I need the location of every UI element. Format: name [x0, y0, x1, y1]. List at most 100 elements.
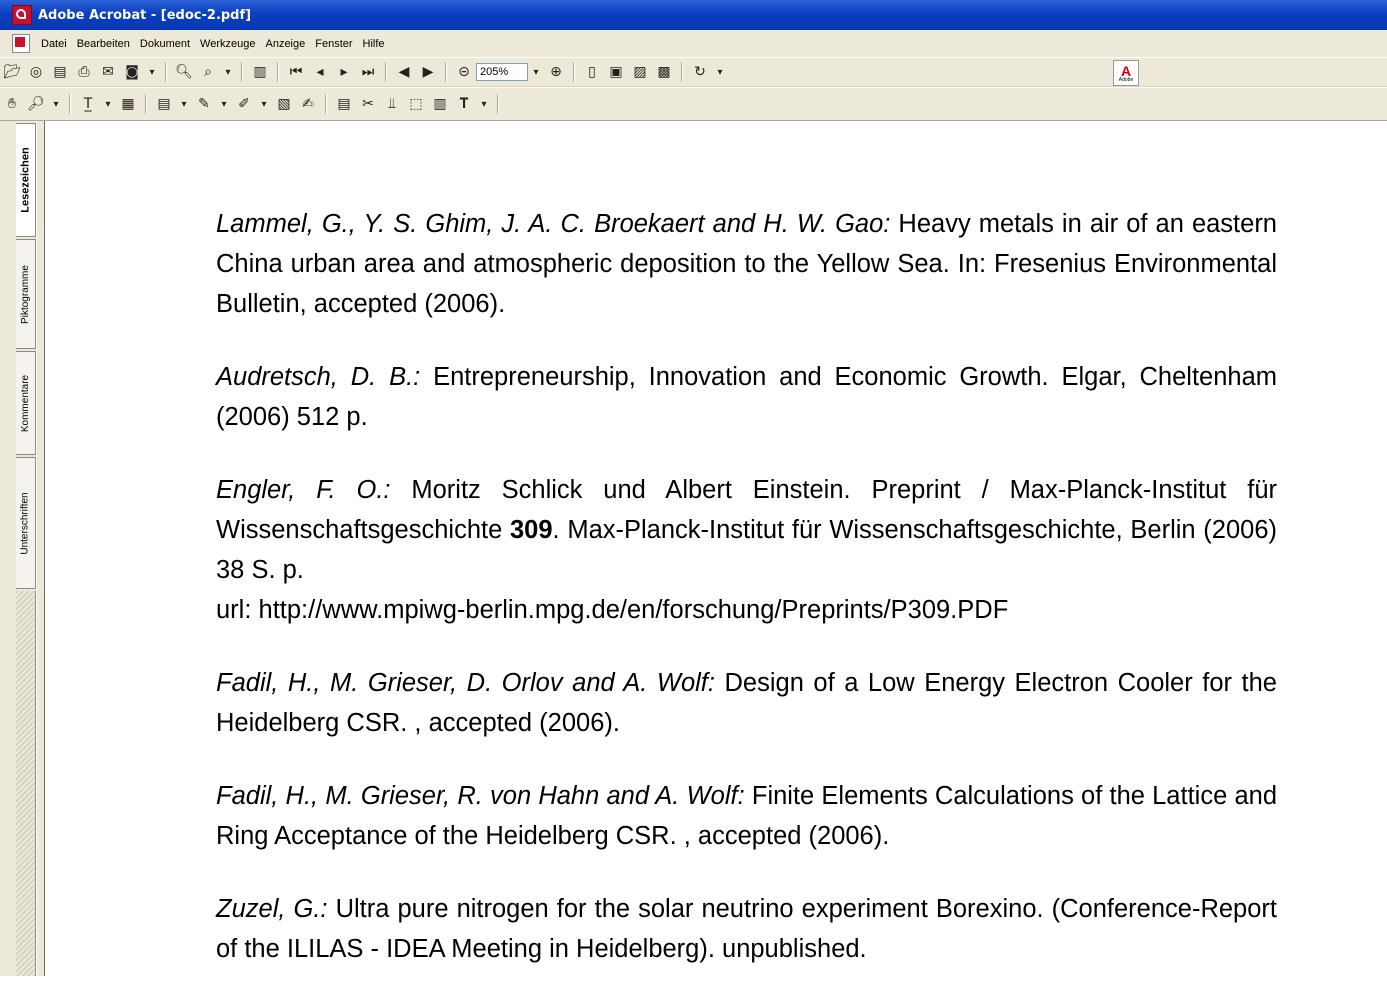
organizer-icon[interactable]: ◎ [25, 61, 47, 83]
reference-authors: Fadil, H., M. Grieser, D. Orlov and A. W… [216, 669, 715, 697]
text-select-dropdown-chevron-down-icon[interactable]: ▾ [101, 93, 115, 115]
toolbar-tools: ✋︎ 🔎︎ ▾ T̲ ▾ ▦ ▤ ▾ ✎ ▾ ✐ ▾ ▧ ✍︎ ▤ ✂︎ ⫫ ⬚… [0, 87, 1387, 121]
find-icon[interactable]: 🔍︎ [173, 61, 195, 83]
previous-view-icon[interactable]: ◀ [393, 61, 415, 83]
reference-authors: Fadil, H., M. Grieser, R. von Hahn and A… [216, 782, 745, 810]
form-tool-icon[interactable]: ▥ [429, 93, 451, 115]
toolbar-separator [573, 62, 575, 82]
menu-fenster[interactable]: Fenster [310, 38, 357, 50]
toolbar-separator [681, 62, 683, 82]
menu-werkzeuge[interactable]: Werkzeuge [195, 38, 260, 50]
navigation-pane-icon[interactable]: ▥ [249, 61, 271, 83]
document-menu-icon[interactable] [12, 34, 30, 53]
touchup-text-tool-icon[interactable]: 𝐓 [453, 93, 475, 115]
menu-hilfe[interactable]: Hilfe [358, 38, 390, 50]
menu-anzeige[interactable]: Anzeige [260, 38, 310, 50]
zoom-tool-dropdown-chevron-down-icon[interactable]: ▾ [49, 93, 63, 115]
movie-tool-icon[interactable]: ▤ [333, 93, 355, 115]
pencil-dropdown-chevron-down-icon[interactable]: ▾ [217, 93, 231, 115]
search-icon[interactable]: ⌕ [197, 61, 219, 83]
rotate-view-icon[interactable]: ↻ [689, 61, 711, 83]
tab-comments-label: Kommentare [20, 374, 31, 432]
highlight-dropdown-chevron-down-icon[interactable]: ▾ [257, 93, 271, 115]
tab-thumbnails-label: Piktogramme [20, 264, 31, 324]
tab-thumbnails[interactable]: Piktogramme [16, 239, 36, 349]
reference-item: Audretsch, D. B.: Entrepreneurship, Inno… [216, 357, 1277, 437]
reference-authors: Audretsch, D. B.: [216, 363, 421, 391]
link-tool-icon[interactable]: ✂︎ [357, 93, 379, 115]
note-dropdown-chevron-down-icon[interactable]: ▾ [177, 93, 191, 115]
open-icon[interactable]: 📂︎ [1, 61, 23, 83]
secure-dropdown-chevron-down-icon[interactable]: ▾ [145, 61, 159, 83]
reference-url[interactable]: url: http://www.mpiwg-berlin.mpg.de/en/f… [216, 590, 1277, 630]
fit-width-icon[interactable]: ▨ [629, 61, 651, 83]
next-page-icon[interactable]: ▸ [333, 61, 355, 83]
actual-size-icon[interactable]: ▯ [581, 61, 603, 83]
tab-signatures-label: Unterschriften [20, 491, 31, 555]
zoom-out-icon[interactable]: ⊝ [453, 61, 475, 83]
reference-authors: Lammel, G., Y. S. Ghim, J. A. C. Broekae… [216, 210, 891, 238]
tab-bookmarks[interactable]: Lesezeichen [16, 123, 36, 237]
save-icon[interactable]: ▤ [49, 61, 71, 83]
reference-series-number: 309 [510, 516, 553, 544]
panel-splitter[interactable] [36, 121, 45, 976]
zoom-tool-icon[interactable]: 🔎︎ [25, 93, 47, 115]
adobe-logo-text: Adobe [1118, 76, 1134, 83]
first-page-icon[interactable]: ⏮︎ [285, 61, 307, 83]
note-tool-icon[interactable]: ▤ [153, 93, 175, 115]
text-select-tool-icon[interactable]: T̲ [77, 93, 99, 115]
toolbar-separator [277, 62, 279, 82]
reference-item: Lammel, G., Y. S. Ghim, J. A. C. Broekae… [216, 204, 1277, 324]
tab-comments[interactable]: Kommentare [16, 351, 36, 455]
sign-tool-icon[interactable]: ✍︎ [297, 93, 319, 115]
toolbar-separator [385, 62, 387, 82]
hand-tool-icon[interactable]: ✋︎ [1, 93, 23, 115]
last-page-icon[interactable]: ⏭︎ [357, 61, 379, 83]
document-view[interactable]: Lammel, G., Y. S. Ghim, J. A. C. Broekae… [46, 121, 1387, 976]
toolbar-separator [497, 94, 499, 114]
rotate-dropdown-chevron-down-icon[interactable]: ▾ [713, 61, 727, 83]
previous-page-icon[interactable]: ◂ [309, 61, 331, 83]
touchup-dropdown-chevron-down-icon[interactable]: ▾ [477, 93, 491, 115]
tab-bookmarks-label: Lesezeichen [19, 147, 32, 213]
search-dropdown-chevron-down-icon[interactable]: ▾ [221, 61, 235, 83]
toolbar-separator [69, 94, 71, 114]
toolbar-separator [165, 62, 167, 82]
reference-authors: Zuzel, G.: [216, 895, 328, 923]
toolbar-separator [445, 62, 447, 82]
email-icon[interactable]: ✉ [97, 61, 119, 83]
reference-item: Zuzel, G.: Ultra pure nitrogen for the s… [216, 889, 1277, 969]
menu-dokument[interactable]: Dokument [135, 38, 195, 50]
print-icon[interactable]: ⎙ [73, 61, 95, 83]
menu-datei[interactable]: Datei [36, 38, 72, 50]
article-tool-icon[interactable]: ⫫ [381, 93, 403, 115]
panel-empty-area [16, 591, 36, 976]
reflow-icon[interactable]: ▩ [653, 61, 675, 83]
reference-item: Fadil, H., M. Grieser, D. Orlov and A. W… [216, 663, 1277, 743]
crop-tool-icon[interactable]: ⬚ [405, 93, 427, 115]
next-view-icon[interactable]: ▶ [417, 61, 439, 83]
toolbar-separator [325, 94, 327, 114]
tab-signatures[interactable]: Unterschriften [16, 457, 36, 589]
snapshot-tool-icon[interactable]: ▦ [117, 93, 139, 115]
zoom-in-icon[interactable]: ⊕ [545, 61, 567, 83]
adobe-logo-mark: A [1120, 62, 1132, 79]
stamp-tool-icon[interactable]: ▧ [273, 93, 295, 115]
fit-page-icon[interactable]: ▣ [605, 61, 627, 83]
zoom-input[interactable]: 205% [476, 63, 528, 81]
secure-icon[interactable]: ◙ [121, 61, 143, 83]
reference-item: Engler, F. O.: Moritz Schlick und Albert… [216, 470, 1277, 630]
pencil-tool-icon[interactable]: ✎ [193, 93, 215, 115]
zoom-dropdown-chevron-down-icon[interactable]: ▾ [529, 61, 543, 83]
reference-item: Fadil, H., M. Grieser, R. von Hahn and A… [216, 776, 1277, 856]
toolbar-separator [241, 62, 243, 82]
toolbar-file: 📂︎ ◎ ▤ ⎙ ✉ ◙ ▾ 🔍︎ ⌕ ▾ ▥ ⏮︎ ◂ ▸ ⏭︎ ◀ ▶ ⊝ … [0, 57, 1387, 87]
highlight-tool-icon[interactable]: ✐ [233, 93, 255, 115]
reference-list: Lammel, G., Y. S. Ghim, J. A. C. Broekae… [216, 204, 1277, 1002]
menu-bearbeiten[interactable]: Bearbeiten [72, 38, 135, 50]
acrobat-app-icon[interactable] [12, 5, 32, 25]
menu-bar: Datei Bearbeiten Dokument Werkzeuge Anze… [0, 30, 1387, 57]
window-title: Adobe Acrobat - [edoc-2.pdf] [38, 7, 252, 23]
title-bar[interactable]: Adobe Acrobat - [edoc-2.pdf] [0, 0, 1387, 30]
adobe-logo-icon[interactable]: A Adobe [1113, 60, 1139, 86]
